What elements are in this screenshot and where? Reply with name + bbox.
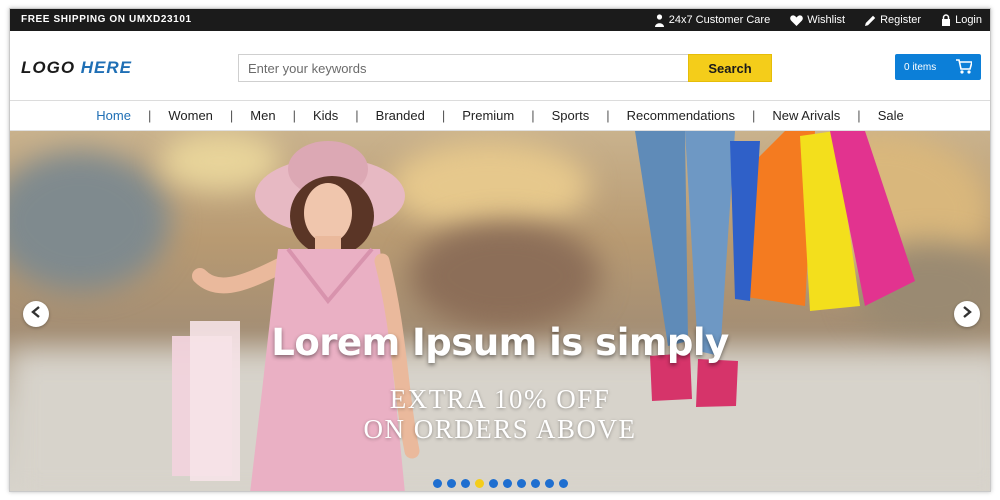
nav-item-branded[interactable]: Branded [359,108,442,123]
person-icon [654,13,665,27]
main-nav: Home | Women | Men | Kids | Branded | Pr… [10,101,990,131]
search-button[interactable]: Search [688,54,772,82]
wishlist-label: Wishlist [807,14,846,26]
slide-indicator-dot[interactable] [531,479,540,488]
wishlist-link[interactable]: Wishlist [790,14,845,26]
slide-indicator-dot[interactable] [545,479,554,488]
hero-banner: Lorem Ipsum is simply EXTRA 10% OFF ON O… [10,131,990,491]
hero-offer-line2: ON ORDERS ABOVE [363,414,637,444]
top-bar: FREE SHIPPING ON UMXD23101 24x7 Customer… [10,9,990,31]
cart-icon [956,59,974,77]
slide-indicator-dot[interactable] [447,479,456,488]
nav-item-home[interactable]: Home [79,108,148,123]
slide-indicator-dot[interactable] [475,479,484,488]
page-frame: FREE SHIPPING ON UMXD23101 24x7 Customer… [9,8,991,492]
login-link[interactable]: Login [941,14,982,26]
search-input[interactable] [238,54,688,82]
cart-count: 0 items [904,61,937,73]
search-bar: Search [238,54,772,82]
slide-indicator-dot[interactable] [517,479,526,488]
slide-indicator-dot[interactable] [489,479,498,488]
site-header: LOGO HERE Search 0 items [10,31,990,101]
slide-indicator-dot[interactable] [461,479,470,488]
hero-headline: Lorem Ipsum is simply [271,321,729,364]
hero-offer-line1: EXTRA 10% OFF [389,384,611,414]
nav-item-sale[interactable]: Sale [861,108,921,123]
customer-care-link[interactable]: 24x7 Customer Care [654,13,771,27]
logo-text-part1: LOGO [21,58,81,77]
nav-item-premium[interactable]: Premium [445,108,531,123]
customer-care-label: 24x7 Customer Care [668,14,771,26]
slide-indicator-dot[interactable] [503,479,512,488]
slide-indicators [433,479,568,488]
nav-item-recommendations[interactable]: Recommendations [610,108,752,123]
slide-indicator-dot[interactable] [433,479,442,488]
login-label: Login [955,14,982,26]
lock-icon [941,14,951,26]
register-link[interactable]: Register [865,14,921,26]
site-logo[interactable]: LOGO HERE [21,58,132,78]
top-links: 24x7 Customer Care Wishlist Register Log… [654,9,982,31]
pencil-icon [865,15,876,26]
register-label: Register [880,14,922,26]
slide-indicator-dot[interactable] [559,479,568,488]
logo-text-part2: HERE [80,58,133,77]
nav-item-sports[interactable]: Sports [535,108,607,123]
heart-icon [790,14,804,26]
nav-item-women[interactable]: Women [151,108,230,123]
nav-item-kids[interactable]: Kids [296,108,355,123]
nav-item-new-arrivals[interactable]: New Arivals [755,108,857,123]
cart-button[interactable]: 0 items [895,54,981,80]
nav-item-men[interactable]: Men [233,108,292,123]
shipping-notice: FREE SHIPPING ON UMXD23101 [21,14,192,25]
